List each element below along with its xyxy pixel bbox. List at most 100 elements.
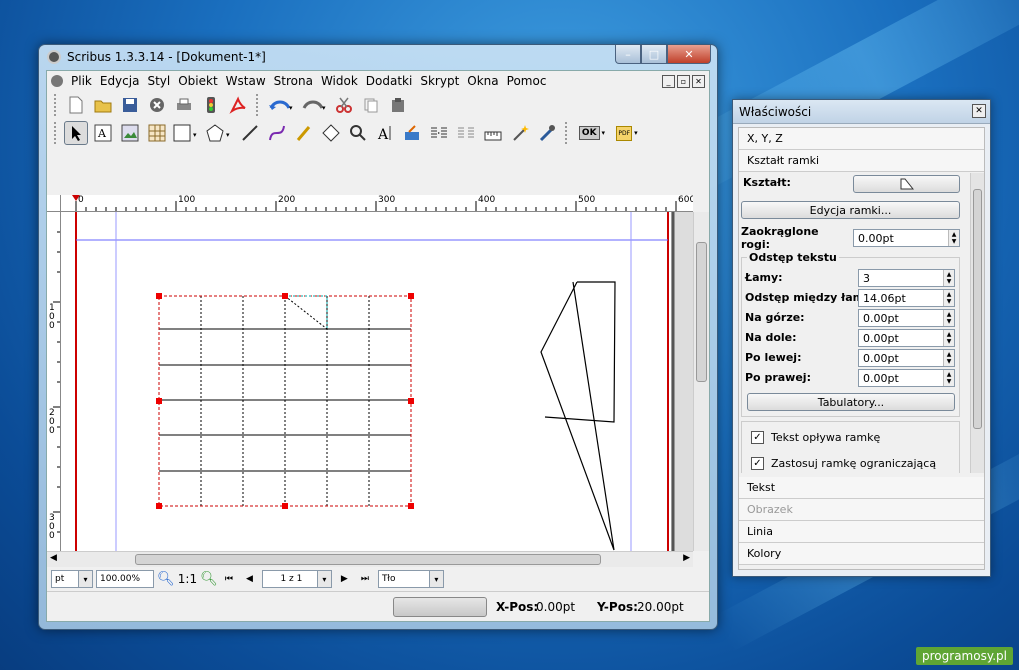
edit-frame-button[interactable]: Edycja ramki... [741,201,960,219]
menu-strona[interactable]: Strona [270,74,317,88]
section-colors[interactable]: Kolory [739,543,984,565]
checkbox-checked-icon[interactable]: ✓ [751,457,764,470]
menu-dodatki[interactable]: Dodatki [362,74,417,88]
section-frame-shape[interactable]: Kształt ramki [739,150,984,172]
right-distance-input[interactable]: 0.00pt ▲ ▼ [858,369,955,387]
bottom-distance-input[interactable]: 0.00pt ▲ ▼ [858,329,955,347]
doc-minimize-icon[interactable]: _ [662,74,675,88]
scroll-left-icon[interactable]: ◀ [50,553,57,563]
preflight-icon[interactable] [199,93,223,117]
magic-wand-icon[interactable] [508,121,532,145]
scribus-window: Scribus 1.3.3.14 - [Dokument-1*] – □ ✕ P… [38,44,718,630]
vertical-scrollbar[interactable] [693,212,709,551]
menu-okna[interactable]: Okna [463,74,502,88]
section-xyz[interactable]: X, Y, Z [739,128,984,150]
shape-button[interactable] [853,175,960,193]
close-button[interactable]: ✕ [667,45,711,64]
panel-title-bar[interactable]: Właściwości [733,100,990,124]
menu-plik[interactable]: Plik [67,74,96,88]
table-icon[interactable] [145,121,169,145]
menu-widok[interactable]: Widok [317,74,362,88]
zoom-in-icon[interactable]: 🔍︎ [200,571,218,587]
last-page-icon[interactable]: ⏭ [361,574,369,584]
panel-close-icon[interactable]: ✕ [972,104,986,118]
edit-text-icon[interactable]: A [373,121,397,145]
app-icon [47,50,61,64]
zoom-ratio-button[interactable]: 1:1 [178,572,197,586]
copy-icon[interactable] [359,93,383,117]
watermark: programosy.pl [916,647,1013,665]
line-icon[interactable] [238,121,262,145]
eyedropper-icon[interactable] [535,121,559,145]
next-page-icon[interactable]: ▶ [341,574,348,584]
field-label: Po prawej: [745,371,811,384]
tabulators-button[interactable]: Tabulatory... [747,393,955,411]
scroll-thumb[interactable] [135,554,601,565]
save-icon[interactable] [118,93,142,117]
link-text-icon[interactable] [400,121,424,145]
panel-scrollbar[interactable] [970,173,984,473]
undo-icon[interactable]: ▾ [266,93,296,117]
pdf-export-icon[interactable] [226,93,250,117]
freehand-icon[interactable] [292,121,316,145]
top-distance-input[interactable]: 0.00pt ▲ ▼ [858,309,955,327]
unlink-text-icon[interactable] [427,121,451,145]
maximize-button[interactable]: □ [641,45,667,64]
unlink-frames-icon[interactable] [454,121,478,145]
first-page-icon[interactable]: ⏮ [225,574,233,584]
menu-pomoc[interactable]: Pomoc [503,74,551,88]
menu-skrypt[interactable]: Skrypt [416,74,463,88]
app-menu-icon[interactable] [51,75,63,87]
section-text[interactable]: Tekst [739,477,984,499]
polygon-icon[interactable]: ▾ [205,121,235,145]
ruler-label: 500 [578,195,596,205]
scroll-thumb[interactable] [973,189,982,429]
minimize-button[interactable]: – [615,45,641,64]
layer-select[interactable]: Tło ▾ [377,570,444,588]
redo-icon[interactable]: ▾ [299,93,329,117]
zoom-icon[interactable] [346,121,370,145]
ruler-label: 0 [78,195,84,205]
rounded-corners-input[interactable]: 0.00pt ▲ ▼ [853,229,960,247]
paste-icon[interactable] [386,93,410,117]
rotate-icon[interactable] [319,121,343,145]
zoom-out-icon[interactable]: 🔍︎ [157,571,175,587]
text-frame-icon[interactable]: A [91,121,115,145]
open-folder-icon[interactable] [91,93,115,117]
bounding-checkbox-row[interactable]: ✓ Zastosuj ramkę ograniczającą [751,457,936,470]
cut-icon[interactable] [332,93,356,117]
print-icon[interactable] [172,93,196,117]
menu-obiekt[interactable]: Obiekt [174,74,221,88]
menu-edycja[interactable]: Edycja [96,74,144,88]
columns-input[interactable]: 3 ▲ ▼ [858,269,955,287]
column-gap-input[interactable]: 14.06pt ▲ ▼ [858,289,955,307]
measure-icon[interactable] [481,121,505,145]
wrap-checkbox-row[interactable]: ✓ Tekst opływa ramkę [751,431,880,444]
horizontal-scrollbar[interactable]: ◀ ▶ [47,551,693,567]
menu-styl[interactable]: Styl [143,74,174,88]
unit-select[interactable]: pt ▾ [51,570,93,588]
ruler-label: 100 [49,303,55,331]
shape-icon[interactable]: ▾ [172,121,202,145]
svg-text:▾: ▾ [193,131,197,139]
scroll-thumb[interactable] [696,242,707,382]
zoom-input[interactable]: 100.00% [96,570,154,588]
select-arrow-icon[interactable] [64,121,88,145]
pdf-tools-icon[interactable]: PDF ▾ [612,121,642,145]
page-select[interactable]: 1 z 1 ▾ [261,570,332,588]
menu-wstaw[interactable]: Wstaw [222,74,270,88]
image-frame-icon[interactable] [118,121,142,145]
scroll-right-icon[interactable]: ▶ [683,553,690,563]
doc-restore-icon[interactable]: ▫ [677,74,690,88]
doc-close-icon[interactable]: ✕ [692,74,705,88]
svg-text:▾: ▾ [289,104,293,112]
bezier-icon[interactable] [265,121,289,145]
checkbox-checked-icon[interactable]: ✓ [751,431,764,444]
prev-page-icon[interactable]: ◀ [246,574,253,584]
left-distance-input[interactable]: 0.00pt ▲ ▼ [858,349,955,367]
close-doc-icon[interactable] [145,93,169,117]
section-line[interactable]: Linia [739,521,984,543]
document-canvas[interactable] [61,212,693,551]
ok-icon[interactable]: OK ▾ [575,121,609,145]
new-document-icon[interactable] [64,93,88,117]
